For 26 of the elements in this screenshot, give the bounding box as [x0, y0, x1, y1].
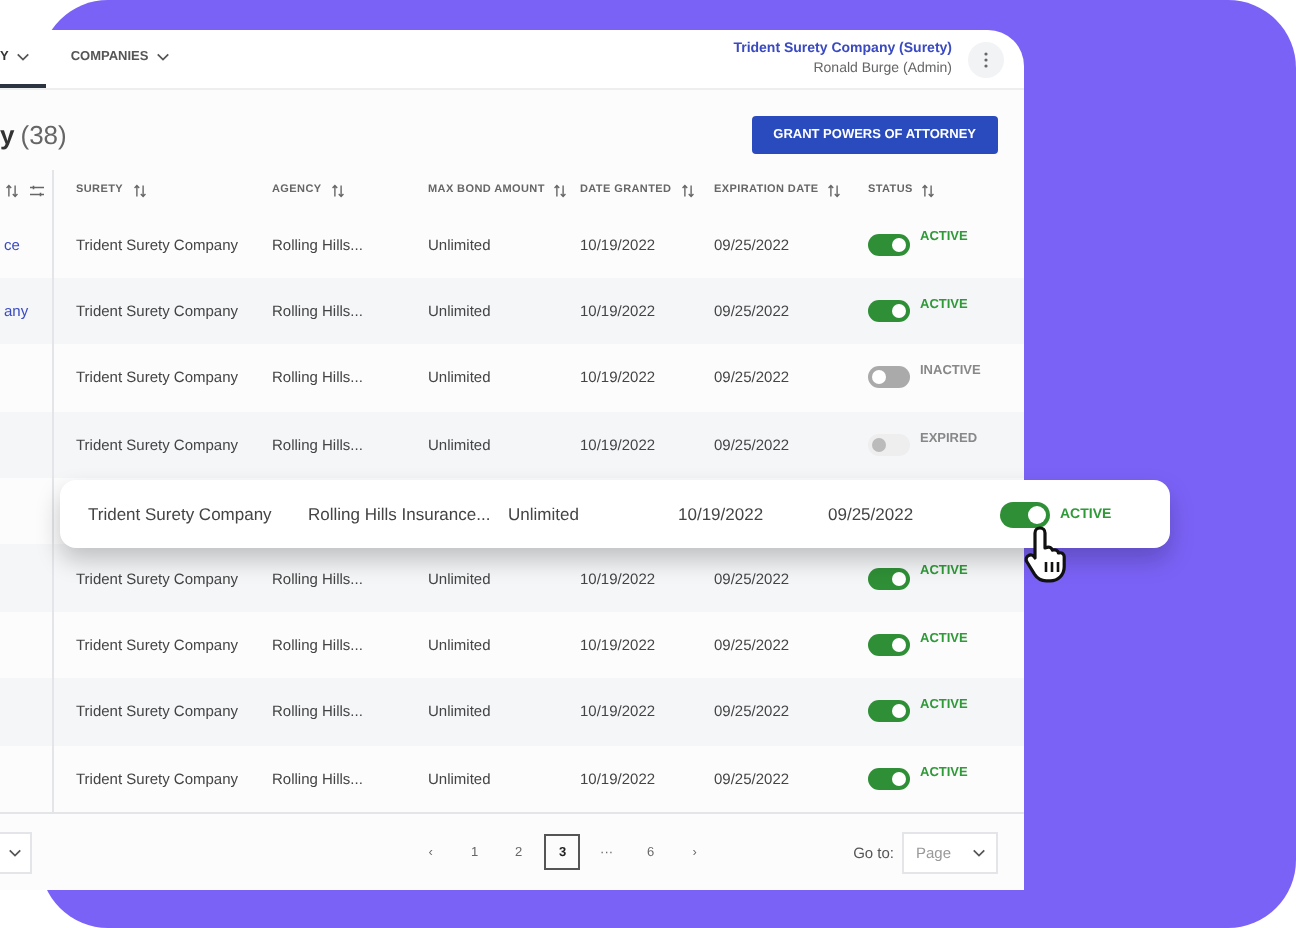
sort-icon[interactable]	[552, 183, 569, 198]
status-toggle[interactable]	[868, 366, 910, 389]
caret-icon	[156, 52, 171, 63]
table-cell-text: Unlimited	[508, 504, 581, 524]
status-toggle[interactable]	[868, 767, 910, 790]
table-cell-text: 09/25/2022	[828, 504, 916, 524]
status-toggle[interactable]	[868, 700, 910, 723]
sort-icon[interactable]	[329, 183, 346, 198]
status-toggle[interactable]	[868, 567, 910, 590]
status-toggle[interactable]	[1000, 501, 1050, 527]
caret-icon	[16, 52, 31, 63]
sort-icon[interactable]	[679, 183, 696, 198]
filter-icon[interactable]	[28, 183, 46, 198]
caret-icon	[972, 847, 986, 857]
caret-icon	[8, 847, 22, 857]
table-cell-text: Rolling Hills Insurance...	[308, 504, 493, 524]
page-title: y (38)	[0, 119, 67, 150]
status-toggle[interactable]	[868, 300, 910, 323]
status-toggle[interactable]	[868, 634, 910, 657]
sort-icon[interactable]	[4, 183, 20, 198]
table-cell-text: Trident Surety Company	[88, 504, 274, 524]
table-cell-text: 10/19/2022	[678, 504, 766, 524]
status-toggle[interactable]	[868, 233, 910, 256]
sort-icon[interactable]	[131, 183, 148, 198]
sort-icon[interactable]	[826, 183, 843, 198]
sort-icon[interactable]	[920, 183, 937, 198]
